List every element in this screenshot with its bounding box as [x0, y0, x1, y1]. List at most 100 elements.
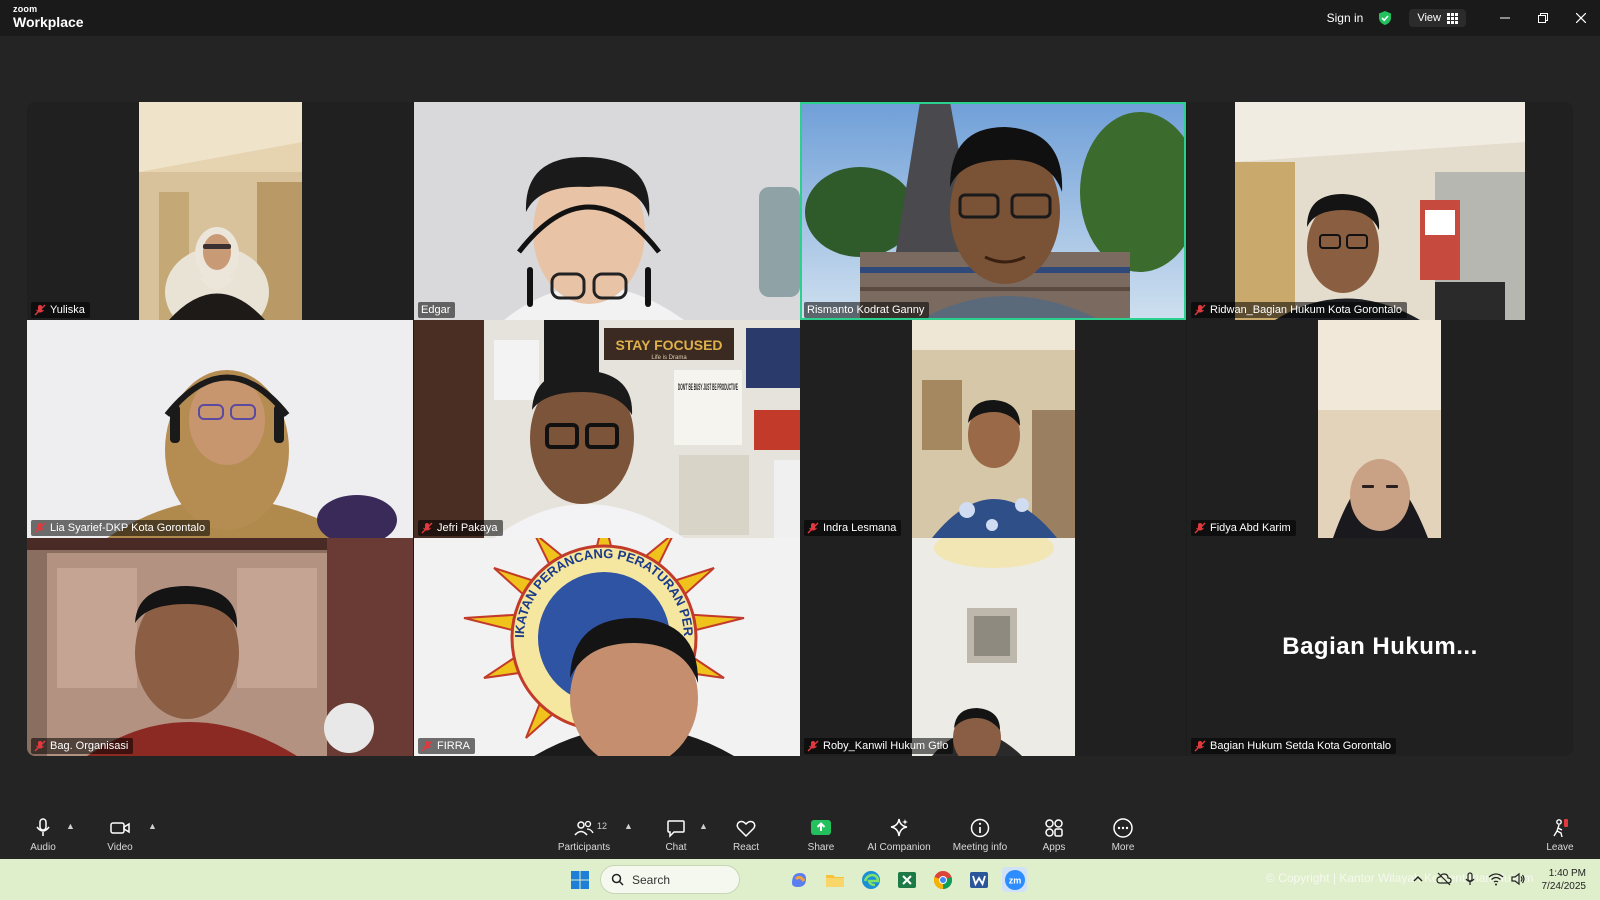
- copilot-app[interactable]: [786, 867, 811, 892]
- sign-in-button[interactable]: Sign in: [1327, 11, 1364, 25]
- ai-companion-label: AI Companion: [867, 842, 931, 853]
- participants-options-chevron-icon[interactable]: ▲: [624, 821, 633, 831]
- chat-options-chevron-icon[interactable]: ▲: [699, 821, 708, 831]
- participants-label: Participants: [557, 842, 611, 853]
- close-button[interactable]: [1562, 0, 1600, 36]
- participant-name: Rismanto Kodrat Ganny: [807, 304, 925, 316]
- participant-video: [1318, 320, 1441, 538]
- file-explorer-app[interactable]: [822, 867, 847, 892]
- participant-video: [27, 538, 413, 756]
- video-options-chevron-icon[interactable]: ▲: [148, 821, 157, 831]
- chevron-up-icon[interactable]: [1410, 871, 1426, 887]
- participant-video: [800, 102, 1186, 320]
- chat-button[interactable]: Chat: [664, 807, 688, 859]
- video-frame: [912, 320, 1075, 538]
- participant-nameplate: Yuliska: [31, 302, 90, 318]
- participant-tile-indra[interactable]: Indra Lesmana: [800, 320, 1186, 538]
- participants-button[interactable]: Participants: [557, 807, 611, 859]
- participant-tile-firra[interactable]: IKATAN PERANCANG PERATURAN PERUNDANG-UND…: [414, 538, 800, 756]
- system-clock[interactable]: 1:40 PM 7/24/2025: [1542, 867, 1587, 893]
- audio-button[interactable]: Audio: [27, 807, 59, 859]
- copilot-icon: [791, 872, 806, 887]
- clock-date: 7/24/2025: [1541, 881, 1587, 892]
- audio-label: Audio: [30, 842, 56, 853]
- microphone-tray-icon[interactable]: [1462, 871, 1478, 887]
- video-frame: [414, 102, 800, 320]
- video-frame: [27, 538, 413, 756]
- windows-taskbar: Search zm © Copyright | Kantor Wilayah K…: [0, 859, 1600, 900]
- video-frame: [139, 102, 302, 320]
- participant-nameplate: Bagian Hukum Setda Kota Gorontalo: [1191, 738, 1397, 754]
- participant-tile-yuliska[interactable]: Yuliska: [27, 102, 413, 320]
- audio-options-chevron-icon[interactable]: ▲: [66, 821, 75, 831]
- participant-name: Lia Syarief-DKP Kota Gorontalo: [50, 522, 206, 534]
- sparkle-icon: [890, 818, 908, 837]
- react-button[interactable]: React: [732, 807, 760, 859]
- participant-tile-bagian-hukum[interactable]: Bagian Hukum... Bagian Hukum Setda Kota …: [1187, 538, 1573, 756]
- folder-icon: [825, 874, 844, 887]
- participant-tile-ridwan[interactable]: Ridwan_Bagian Hukum Kota Gorontalo: [1187, 102, 1573, 320]
- participant-name: Jefri Pakaya: [437, 522, 498, 534]
- participant-nameplate: Bag. Organisasi: [31, 738, 134, 754]
- video-frame: STAY FOCUSED Life is Drama DON'T BE BUSY…: [414, 320, 800, 538]
- video-button[interactable]: Video: [106, 807, 134, 859]
- participant-tile-lia[interactable]: Lia Syarief-DKP Kota Gorontalo: [27, 320, 413, 538]
- grid-icon: [1447, 12, 1458, 24]
- more-ellipsis-icon: [1113, 818, 1133, 838]
- participant-tile-active-speaker[interactable]: Rismanto Kodrat Ganny: [800, 102, 1186, 320]
- video-frame: [912, 538, 1075, 756]
- cloud-offline-icon[interactable]: [1436, 871, 1452, 887]
- restore-icon: [1538, 13, 1548, 23]
- excel-app[interactable]: [894, 867, 919, 892]
- participant-tile-jefri[interactable]: STAY FOCUSED Life is Drama DON'T BE BUSY…: [414, 320, 800, 538]
- start-button[interactable]: [567, 867, 592, 892]
- view-label: View: [1417, 12, 1441, 24]
- video-frame: IKATAN PERANCANG PERATURAN PERUNDANG-UND…: [414, 538, 800, 756]
- excel-icon: [897, 871, 916, 888]
- volume-icon[interactable]: [1510, 871, 1526, 887]
- chat-label: Chat: [665, 842, 687, 853]
- meeting-info-button[interactable]: Meeting info: [950, 807, 1010, 859]
- participant-tile-bag-organisasi[interactable]: Bag. Organisasi: [27, 538, 413, 756]
- ai-companion-button[interactable]: AI Companion: [866, 807, 932, 859]
- participant-video: [414, 102, 800, 320]
- participant-nameplate: Indra Lesmana: [804, 520, 902, 536]
- muted-mic-icon: [34, 304, 46, 316]
- apps-button[interactable]: Apps: [1040, 807, 1068, 859]
- leave-button[interactable]: Leave: [1545, 807, 1575, 859]
- poster-sub-text: Life is Drama: [651, 355, 687, 361]
- chrome-browser-app[interactable]: [930, 867, 955, 892]
- share-screen-icon: [811, 820, 831, 835]
- participant-name: Bagian Hukum Setda Kota Gorontalo: [1210, 740, 1392, 752]
- logo-bottom-text: Workplace: [13, 14, 84, 30]
- zoom-app[interactable]: zm: [1002, 867, 1027, 892]
- participant-video: STAY FOCUSED Life is Drama DON'T BE BUSY…: [414, 320, 800, 538]
- muted-mic-icon: [421, 522, 433, 534]
- meeting-toolbar: Audio ▲ Video ▲ Participants 12 ▲ Chat ▲…: [0, 807, 1600, 859]
- minimize-button[interactable]: [1486, 0, 1524, 36]
- participant-video: [139, 102, 302, 320]
- taskbar-search-input[interactable]: Search: [600, 865, 740, 894]
- word-app[interactable]: [966, 867, 991, 892]
- edge-browser-app[interactable]: [858, 867, 883, 892]
- poster-main-text: DON'T BE BUSY JUST BE PRODUCTIVE: [678, 382, 738, 392]
- edge-icon: [861, 870, 880, 889]
- wifi-icon[interactable]: [1488, 871, 1504, 887]
- participant-tile-edgar[interactable]: Edgar: [414, 102, 800, 320]
- participant-tile-fidya[interactable]: Fidya Abd Karim: [1187, 320, 1573, 538]
- participant-nameplate: Lia Syarief-DKP Kota Gorontalo: [31, 520, 211, 536]
- clock-time: 1:40 PM: [1548, 868, 1586, 879]
- apps-label: Apps: [1042, 842, 1066, 853]
- chat-bubble-icon: [667, 820, 685, 838]
- video-label: Video: [107, 842, 133, 853]
- more-button[interactable]: More: [1110, 807, 1136, 859]
- share-button[interactable]: Share: [807, 807, 835, 859]
- shield-check-icon[interactable]: [1377, 10, 1393, 26]
- participant-tile-roby[interactable]: Roby_Kanwil Hukum Gtlo: [800, 538, 1186, 756]
- share-label: Share: [807, 842, 835, 853]
- view-button[interactable]: View: [1409, 9, 1466, 27]
- participant-name: Roby_Kanwil Hukum Gtlo: [823, 740, 949, 752]
- react-label: React: [732, 842, 760, 853]
- info-icon: [970, 818, 990, 838]
- restore-button[interactable]: [1524, 0, 1562, 36]
